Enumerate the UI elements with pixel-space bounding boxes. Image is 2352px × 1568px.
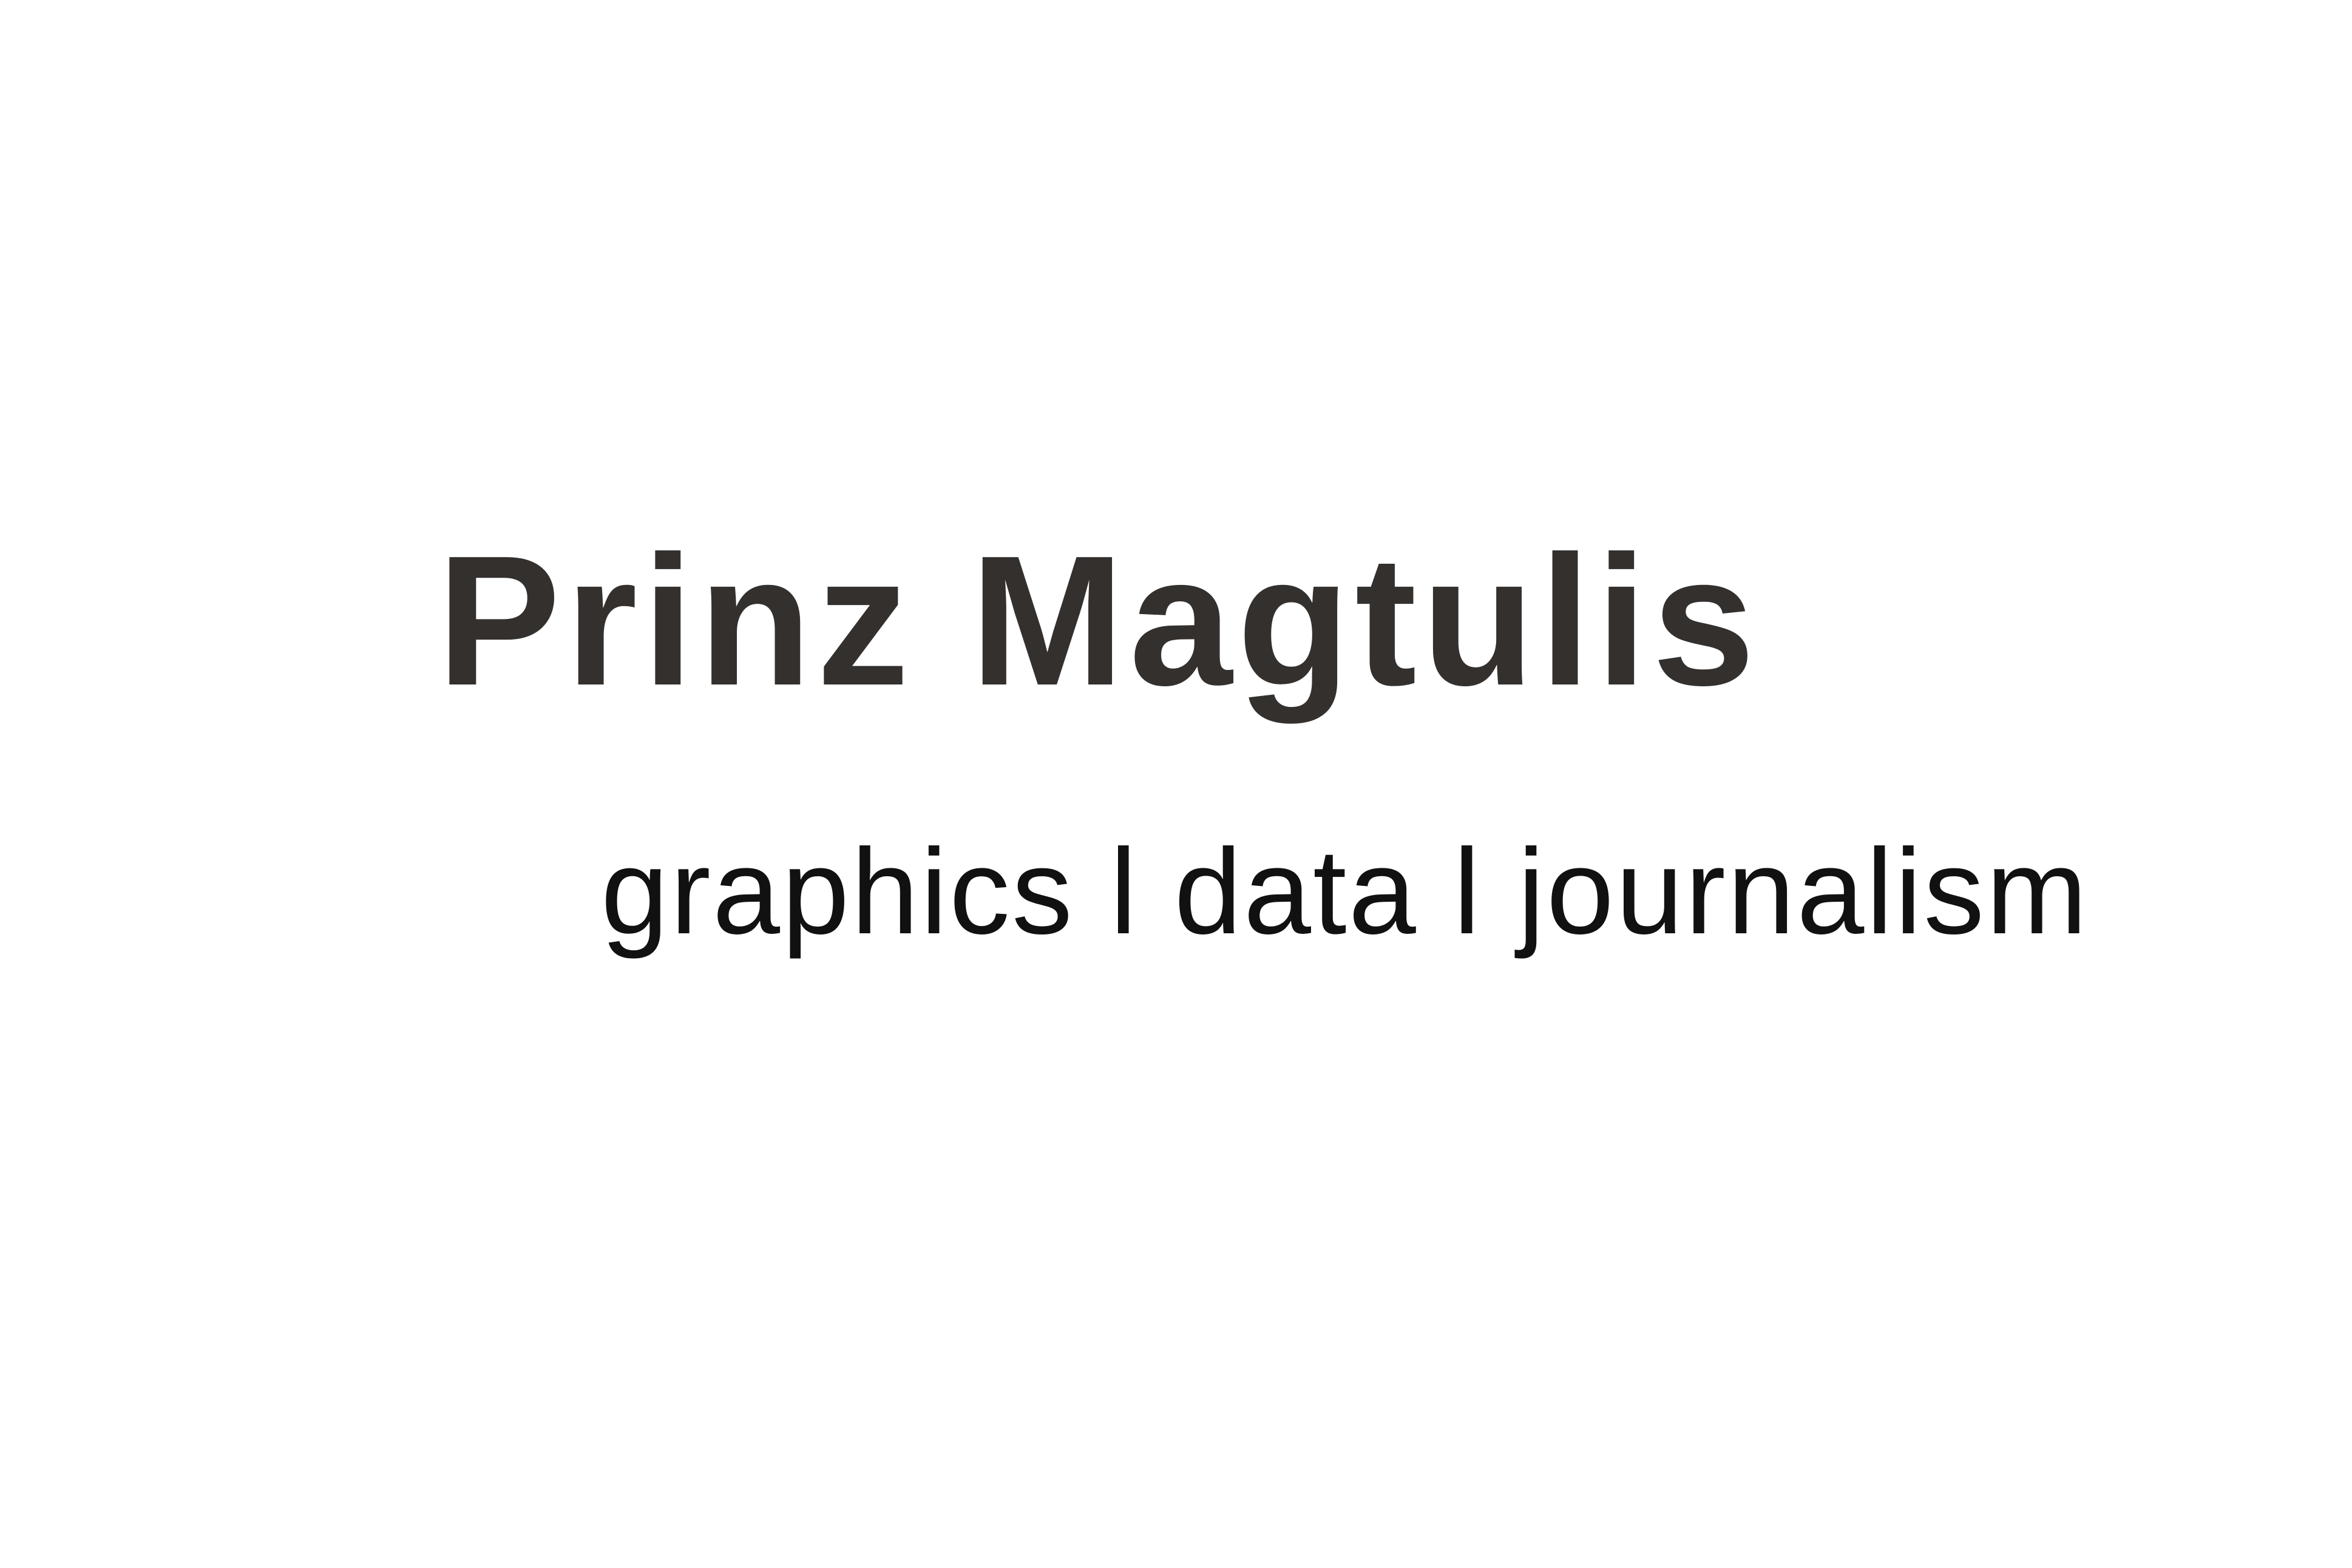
page-title: Prinz Magtulis xyxy=(437,517,1760,724)
tagline: graphics l data l journalism xyxy=(601,824,2089,959)
